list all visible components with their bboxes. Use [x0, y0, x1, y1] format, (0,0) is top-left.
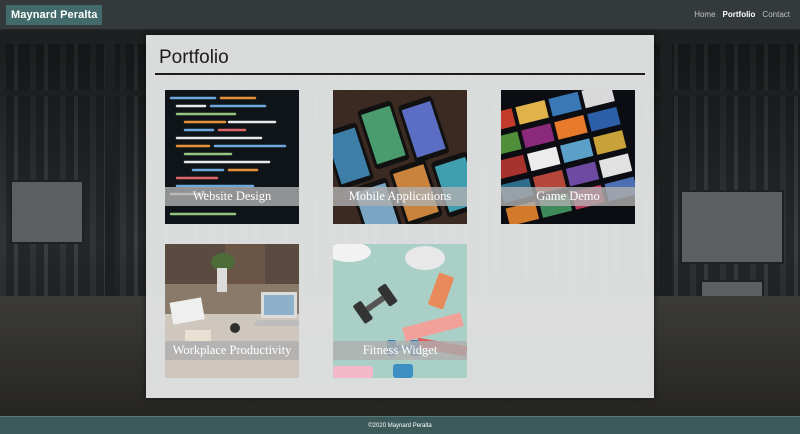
project-caption: Fitness Widget — [333, 341, 467, 360]
nav-links: Home Portfolio Contact — [694, 10, 790, 19]
top-navbar: Maynard Peralta Home Portfolio Contact — [0, 0, 800, 30]
nav-link-portfolio[interactable]: Portfolio — [723, 10, 756, 19]
project-card-game-demo[interactable]: Game Demo — [501, 90, 635, 224]
page-title: Portfolio — [159, 47, 229, 68]
project-caption: Game Demo — [501, 187, 635, 206]
portfolio-panel: Portfolio Website Design Mobile Applicat… — [146, 35, 654, 398]
footer: ©2020 Maynard Peralta — [0, 416, 800, 434]
project-card-mobile-applications[interactable]: Mobile Applications — [333, 90, 467, 224]
title-divider — [155, 73, 645, 75]
project-caption: Workplace Productivity — [165, 341, 299, 360]
brand-logo[interactable]: Maynard Peralta — [6, 4, 103, 25]
copyright-text: ©2020 Maynard Peralta — [368, 422, 432, 429]
nav-link-contact[interactable]: Contact — [762, 10, 790, 19]
nav-link-home[interactable]: Home — [694, 10, 715, 19]
project-caption: Website Design — [165, 187, 299, 206]
project-caption: Mobile Applications — [333, 187, 467, 206]
project-card-fitness-widget[interactable]: Fitness Widget — [333, 244, 467, 378]
project-card-workplace-productivity[interactable]: Workplace Productivity — [165, 244, 299, 378]
project-card-website-design[interactable]: Website Design — [165, 90, 299, 224]
